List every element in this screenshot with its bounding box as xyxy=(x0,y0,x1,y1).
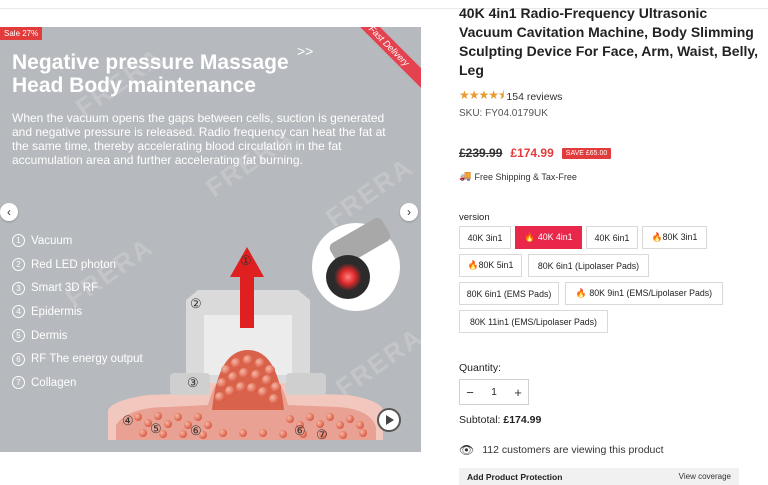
variant-option[interactable]: 80K 6in1 (Lipolaser Pads) xyxy=(528,254,649,277)
eye-icon: 👁 xyxy=(459,443,475,457)
quantity-label: Quantity: xyxy=(459,362,502,374)
truck-icon: 🚚 xyxy=(459,171,472,182)
variant-option[interactable]: 🔥 80K 9in1 (EMS/Lipolaser Pads) xyxy=(565,282,723,305)
quantity-input[interactable] xyxy=(480,386,508,398)
variant-option[interactable]: 40K 3in1 xyxy=(459,226,511,249)
marker-6-left: ⑥ xyxy=(190,423,202,438)
vacuum-cavitation-diagram: ① ② ③ ④ ⑤ ⑥ ⑥ ⑦ xyxy=(108,217,400,440)
product-page: FRERA FRERA FRERA FRERA FRERA Sale 27% F… xyxy=(0,0,768,485)
play-icon xyxy=(386,415,394,425)
image-headline: Negative pressure Massage Head Body main… xyxy=(12,51,289,97)
legend-number: 3 xyxy=(12,281,25,295)
subtotal-value: £174.99 xyxy=(503,414,542,426)
gallery-next-button[interactable]: › xyxy=(400,203,418,221)
variant-option[interactable]: 40K 6in1 xyxy=(586,226,638,249)
product-title: 40K 4in1 Radio-Frequency Ultrasonic Vacu… xyxy=(459,5,759,78)
marker-7: ⑦ xyxy=(316,427,328,440)
legend-label: Collagen xyxy=(31,376,77,389)
suction-arrow xyxy=(240,273,254,328)
quantity-increase-button[interactable]: + xyxy=(508,385,528,400)
red-led-lens xyxy=(334,263,362,291)
legend-label: Smart 3D RF xyxy=(31,282,99,295)
legend-number: 6 xyxy=(12,352,25,366)
quantity-decrease-button[interactable]: − xyxy=(460,385,480,400)
play-video-button[interactable] xyxy=(377,408,401,432)
marker-2: ② xyxy=(190,296,202,311)
marker-5: ⑤ xyxy=(150,421,162,436)
variant-option[interactable]: 80K 6in1 (EMS Pads) xyxy=(459,282,559,305)
legend-label: Epidermis xyxy=(31,305,83,318)
subtotal: Subtotal: £174.99 xyxy=(459,414,541,426)
price-row: £239.99 £174.99 SAVE £65.00 xyxy=(459,146,612,160)
chevron-right-icon: › xyxy=(407,205,411,219)
star-rating-icon: ★★★★⯨ xyxy=(459,88,504,102)
legend-number: 4 xyxy=(12,305,25,319)
variant-option[interactable]: 🔥80K 3in1 xyxy=(642,226,707,249)
viewers-notice: 👁 112 customers are viewing this product xyxy=(459,443,664,457)
legend-label: Red LED photon xyxy=(31,258,117,271)
legend-label: Vacuum xyxy=(31,234,73,247)
legend-number: 2 xyxy=(12,258,25,272)
rf-electrode-right xyxy=(286,373,326,395)
image-description: When the vacuum opens the gaps between c… xyxy=(12,111,386,167)
subtotal-label: Subtotal: xyxy=(459,414,501,426)
shipping-text: Free Shipping & Tax-Free xyxy=(474,171,577,182)
legend-label: Dermis xyxy=(31,329,68,342)
product-image[interactable]: FRERA FRERA FRERA FRERA FRERA Sale 27% F… xyxy=(0,27,421,452)
product-protection-bar[interactable]: Add Product Protection View coverage xyxy=(459,468,739,485)
variant-option[interactable]: 🔥80K 5in1 xyxy=(459,254,522,277)
reviews-link[interactable]: 154 reviews xyxy=(506,91,562,103)
view-coverage-link[interactable]: View coverage xyxy=(679,472,731,481)
legend-number: 1 xyxy=(12,234,25,248)
version-label: version xyxy=(459,212,490,223)
variant-option[interactable]: 80K 11in1 (EMS/Lipolaser Pads) xyxy=(459,310,608,333)
shipping-note: 🚚 Free Shipping & Tax-Free xyxy=(459,171,577,182)
rating[interactable]: ★★★★⯨ 154 reviews xyxy=(459,86,562,107)
compare-price: £239.99 xyxy=(459,146,503,160)
fast-delivery-ribbon: Fast Delivery xyxy=(341,27,421,94)
legend-number: 7 xyxy=(12,376,25,390)
save-badge: SAVE £65.00 xyxy=(561,147,612,159)
quantity-stepper: − + xyxy=(459,379,529,405)
viewers-text: 112 customers are viewing this product xyxy=(482,444,664,456)
marker-6-right: ⑥ xyxy=(294,423,306,438)
sale-price: £174.99 xyxy=(510,146,554,160)
gallery-prev-button[interactable]: ‹ xyxy=(0,203,18,221)
marker-3: ③ xyxy=(187,375,199,390)
legend-number: 5 xyxy=(12,329,25,343)
protection-title: Add Product Protection xyxy=(467,471,563,482)
double-chevron-icon: >> xyxy=(297,43,314,59)
marker-4: ④ xyxy=(122,413,134,428)
variant-option-selected[interactable]: 🔥 40K 4in1 xyxy=(515,226,582,249)
sku: SKU: FY04.0179UK xyxy=(459,108,548,119)
marker-1: ① xyxy=(240,253,252,268)
chevron-left-icon: ‹ xyxy=(7,205,11,219)
sale-badge: Sale 27% xyxy=(0,27,43,40)
